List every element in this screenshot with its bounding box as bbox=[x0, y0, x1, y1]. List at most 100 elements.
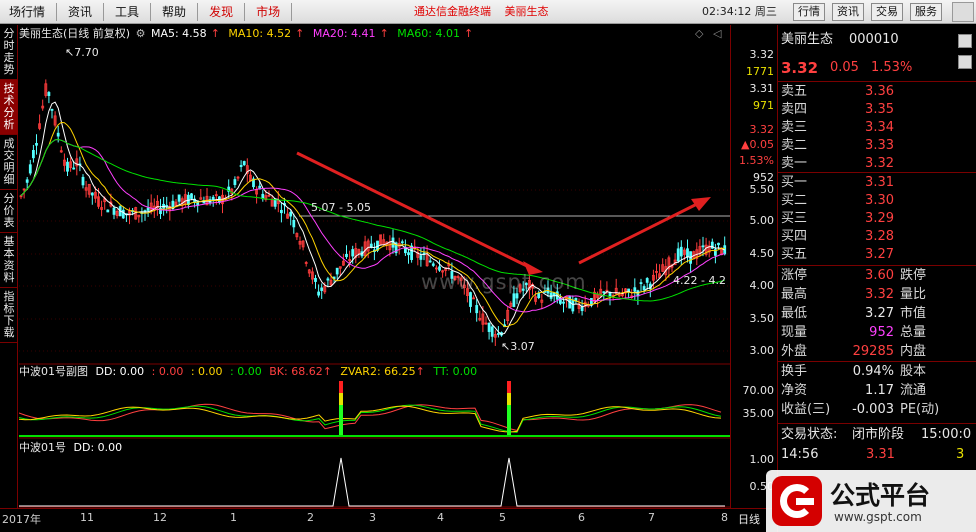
quote-button[interactable]: 行情 bbox=[793, 3, 825, 21]
chart-area[interactable]: 美丽生态(日线 前复权) ⚙ MA5: 4.58 ↑ MA10: 4.52 ↑ MA… bbox=[19, 25, 730, 508]
candle-body bbox=[431, 263, 435, 266]
trade-status-value: 闭市阶段 bbox=[852, 427, 905, 442]
axis-top-7: 1.53% bbox=[739, 154, 774, 167]
candle-body bbox=[165, 205, 169, 207]
time-label: 8 bbox=[721, 511, 728, 524]
tab-indicator-download[interactable]: 指标下载 bbox=[0, 288, 18, 343]
bid-row-label: 买一 bbox=[781, 175, 808, 190]
stat-row[interactable]: 最高 3.32 量比 bbox=[778, 286, 976, 304]
high-annotation: ↖7.70 bbox=[65, 46, 99, 59]
tab-trades[interactable]: 成交明细 bbox=[0, 135, 18, 190]
expand-button[interactable] bbox=[958, 34, 972, 48]
sub1-green-line bbox=[19, 404, 722, 433]
stat-row[interactable]: 最低 3.27 市值 bbox=[778, 305, 976, 323]
candle-body bbox=[47, 92, 51, 96]
stat2-row[interactable]: 净资 1.17 流通 bbox=[778, 382, 976, 400]
bid-row[interactable]: 买五 3.27 bbox=[778, 246, 976, 264]
divider bbox=[778, 361, 976, 362]
menu-separator bbox=[291, 2, 293, 21]
stat2-row[interactable]: 换手 0.94% 股本 bbox=[778, 363, 976, 381]
service-button[interactable]: 服务 bbox=[910, 3, 942, 21]
tab-technical[interactable]: 技术分析 bbox=[0, 80, 18, 135]
candle-body bbox=[686, 248, 689, 258]
tab-intraday[interactable]: 分时走势 bbox=[0, 25, 18, 80]
trade-button[interactable]: 交易 bbox=[871, 3, 903, 21]
sub1-field-3: : 0.00 bbox=[190, 365, 223, 378]
candle-body bbox=[146, 207, 150, 211]
candle-body bbox=[56, 132, 60, 137]
candle-body bbox=[701, 245, 705, 248]
stat2-row-value: 0.94% bbox=[852, 364, 894, 379]
arrow-up-icon: ↑ bbox=[464, 27, 474, 40]
stat-row-label: 现量 bbox=[781, 325, 808, 340]
time-label: 12 bbox=[153, 511, 167, 524]
ask-row[interactable]: 卖二 3.33 bbox=[778, 137, 976, 155]
stat-row-value: 952 bbox=[869, 325, 894, 340]
trade-status-time: 15:00:0 bbox=[921, 427, 972, 442]
menu-separator bbox=[197, 2, 199, 21]
ask-row[interactable]: 卖三 3.34 bbox=[778, 119, 976, 137]
candle-body bbox=[233, 179, 237, 185]
bid-row[interactable]: 买四 3.28 bbox=[778, 228, 976, 246]
tick-volume: 3 bbox=[956, 447, 965, 462]
candle-body bbox=[490, 326, 494, 337]
candle-body bbox=[292, 220, 296, 228]
sub1-spike-red bbox=[507, 381, 511, 393]
menu-item-tools[interactable]: 工具 bbox=[106, 0, 148, 24]
stat-row[interactable]: 涨停 3.60 跌停 bbox=[778, 267, 976, 285]
bid-row[interactable]: 买三 3.29 bbox=[778, 210, 976, 228]
bid-row-value: 3.28 bbox=[865, 229, 894, 244]
ask-row[interactable]: 卖一 3.32 bbox=[778, 155, 976, 173]
stat-row[interactable]: 外盘 29285 内盘 bbox=[778, 343, 976, 361]
tick-time: 14:56 bbox=[781, 447, 819, 462]
tab-price-table[interactable]: 分价表 bbox=[0, 190, 18, 233]
promo-stock[interactable]: 美丽生态 bbox=[505, 5, 549, 18]
chart-grid bbox=[19, 189, 730, 508]
sub-panel-1-title[interactable]: 中波01号副图 bbox=[19, 365, 88, 378]
menu-item-help[interactable]: 帮助 bbox=[153, 0, 195, 24]
arrow-up-icon: ↑ bbox=[415, 365, 425, 378]
stat-row[interactable]: 现量 952 总量 bbox=[778, 324, 976, 342]
kline-chart[interactable] bbox=[19, 25, 730, 508]
trade-status-row: 交易状态: 闭市阶段 15:00:0 bbox=[778, 426, 976, 444]
tab-fundamentals[interactable]: 基本资料 bbox=[0, 233, 18, 288]
collapse-icon[interactable]: ◁ bbox=[713, 27, 721, 40]
settings-icon[interactable]: ⚙ bbox=[136, 27, 146, 40]
candle-body bbox=[106, 209, 110, 213]
candle-body bbox=[335, 267, 339, 275]
news-button[interactable]: 资讯 bbox=[832, 3, 864, 21]
price-change: 0.05 bbox=[830, 60, 859, 75]
time-label: 4 bbox=[437, 511, 444, 524]
candle-body bbox=[475, 305, 479, 314]
candle-body bbox=[66, 161, 69, 172]
ask-row[interactable]: 卖五 3.36 bbox=[778, 83, 976, 101]
quote-panel: 美丽生态 000010 3.32 0.05 1.53% 卖五 3.36 卖四 3.35… bbox=[777, 25, 976, 532]
period-label[interactable]: 日线 bbox=[738, 511, 760, 527]
bid-row-label: 买二 bbox=[781, 193, 808, 208]
candle-body bbox=[112, 207, 116, 215]
bid-row-label: 买五 bbox=[781, 247, 808, 262]
menu-item-discover[interactable]: 发现 bbox=[200, 0, 242, 24]
candle-body bbox=[81, 176, 85, 186]
menu-item-market[interactable]: 场行情 bbox=[0, 0, 54, 24]
bid-row[interactable]: 买二 3.30 bbox=[778, 192, 976, 210]
stat2-row-label2: 流通 bbox=[900, 383, 927, 398]
menu-extra-button[interactable] bbox=[952, 2, 974, 22]
candle-body bbox=[50, 108, 54, 111]
bid-row[interactable]: 买一 3.31 bbox=[778, 174, 976, 192]
main-panel-title[interactable]: 美丽生态(日线 前复权) bbox=[19, 27, 130, 40]
time-label: 3 bbox=[369, 511, 376, 524]
promo-banner[interactable]: 通达信金融终端 美丽生态 bbox=[414, 0, 559, 24]
stat-row-label: 外盘 bbox=[781, 344, 808, 359]
range-right-annotation: 4.22 - 4.2 bbox=[673, 274, 726, 287]
menu-item-news[interactable]: 资讯 bbox=[59, 0, 101, 24]
candle-body bbox=[31, 150, 35, 159]
diamond-icon[interactable]: ◇ bbox=[695, 27, 703, 40]
axis-top-6: ▲0.05 bbox=[741, 138, 774, 151]
menu-item-markets[interactable]: 市场 bbox=[247, 0, 289, 24]
stat2-row[interactable]: 收益(三) -0.003 PE(动) bbox=[778, 401, 976, 419]
promo-terminal[interactable]: 通达信金融终端 bbox=[414, 5, 491, 18]
sub1-spike-yellow bbox=[507, 393, 511, 405]
ask-row[interactable]: 卖四 3.35 bbox=[778, 101, 976, 119]
sub-panel-2-title[interactable]: 中波01号 bbox=[19, 441, 66, 454]
